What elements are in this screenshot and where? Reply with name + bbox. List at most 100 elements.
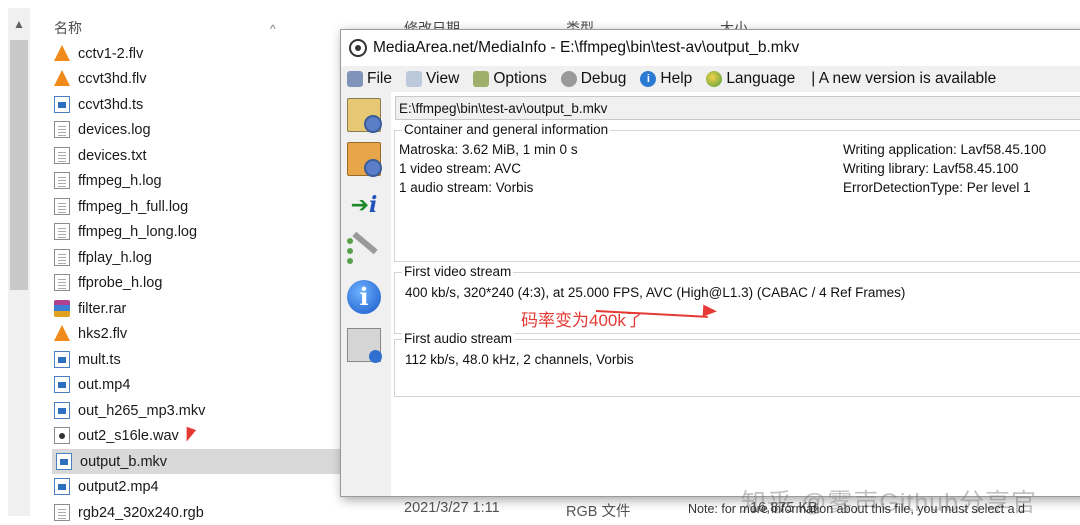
- column-name-label: 名称: [54, 20, 82, 36]
- text-file-icon: [54, 121, 70, 138]
- video-stream-info: 400 kb/s, 320*240 (4:3), at 25.000 FPS, …: [405, 285, 906, 300]
- video-stream-heading: First video stream: [402, 264, 514, 279]
- menu-file[interactable]: File: [347, 70, 392, 88]
- general-info-heading: Container and general information: [402, 122, 611, 137]
- file-row[interactable]: devices.txt: [50, 143, 342, 168]
- file-row[interactable]: out2_s16le.wav: [50, 423, 342, 448]
- menu-view[interactable]: View: [405, 70, 460, 88]
- file-row[interactable]: hks2.flv: [50, 321, 342, 346]
- export-icon[interactable]: ➔i: [347, 188, 381, 222]
- file-row[interactable]: mult.ts: [50, 347, 342, 372]
- file-row[interactable]: ffmpeg_h_long.log: [50, 219, 342, 244]
- general-info-group: Container and general information Matros…: [394, 122, 1080, 262]
- file-row[interactable]: rgb24_320x240.rgb: [50, 500, 342, 525]
- media-file-icon: [54, 351, 70, 368]
- file-row[interactable]: ffplay_h.log: [50, 245, 342, 270]
- vertical-scrollbar[interactable]: ▲: [8, 8, 30, 516]
- media-file-icon: [54, 478, 70, 495]
- file-name: hks2.flv: [78, 325, 128, 342]
- window-title: MediaArea.net/MediaInfo - E:\ffmpeg\bin\…: [373, 39, 800, 56]
- file-name: devices.txt: [78, 147, 147, 164]
- general-info-line: Matroska: 3.62 MiB, 1 min 0 s: [399, 142, 578, 157]
- menu-view-label: View: [425, 70, 460, 87]
- general-info-line: 1 audio stream: Vorbis: [399, 180, 534, 195]
- knowledge-docs-icon[interactable]: [347, 328, 382, 363]
- text-file-icon: [54, 274, 70, 291]
- text-file-icon: [54, 249, 70, 266]
- file-name: filter.rar: [78, 300, 127, 317]
- window-titlebar[interactable]: MediaArea.net/MediaInfo - E:\ffmpeg\bin\…: [341, 30, 1080, 66]
- file-row[interactable]: ffmpeg_h.log: [50, 168, 342, 193]
- file-menu-icon: [347, 71, 363, 87]
- file-name: output2.mp4: [78, 478, 159, 495]
- text-file-icon: [54, 504, 70, 521]
- options-menu-icon: [473, 71, 490, 87]
- file-path-field[interactable]: E:\ffmpeg\bin\test-av\output_b.mkv: [395, 96, 1080, 120]
- menu-bar: File View Options Debug i Help Language |…: [341, 66, 1080, 92]
- file-name: out.mp4: [78, 376, 131, 393]
- file-name: out_h265_mp3.mkv: [78, 402, 206, 419]
- scroll-up-arrow-icon[interactable]: ▲: [8, 14, 30, 34]
- scroll-thumb[interactable]: [10, 40, 28, 290]
- mediainfo-window: MediaArea.net/MediaInfo - E:\ffmpeg\bin\…: [340, 29, 1080, 517]
- column-header-name[interactable]: 名称 ^: [54, 18, 334, 42]
- file-row[interactable]: output2.mp4: [50, 474, 342, 499]
- file-type: RGB 文件: [566, 504, 631, 520]
- about-info-icon[interactable]: i: [347, 280, 381, 314]
- annotation-arrow-head-icon: [702, 304, 718, 318]
- media-file-icon: [54, 376, 70, 393]
- language-globe-icon: [706, 71, 723, 87]
- menu-file-label: File: [367, 70, 392, 87]
- file-row[interactable]: ffprobe_h.log: [50, 270, 342, 295]
- file-row[interactable]: ccvt3hd.flv: [50, 66, 342, 91]
- text-file-icon: [54, 172, 70, 189]
- file-row[interactable]: ccvt3hd.ts: [50, 92, 342, 117]
- media-file-icon: [56, 453, 72, 470]
- media-file-icon: [54, 96, 70, 113]
- preferences-tools-icon[interactable]: [347, 234, 381, 268]
- file-row[interactable]: devices.log: [50, 117, 342, 142]
- file-row[interactable]: ffmpeg_h_full.log: [50, 194, 342, 219]
- audio-stream-info: 112 kb/s, 48.0 kHz, 2 channels, Vorbis: [405, 352, 634, 367]
- text-file-icon: [54, 147, 70, 164]
- menu-debug[interactable]: Debug: [560, 70, 627, 88]
- video-stream-group: First video stream 400 kb/s, 320*240 (4:…: [394, 264, 1080, 334]
- general-info-line: ErrorDetectionType: Per level 1: [843, 180, 1031, 195]
- sort-ascending-icon: ^: [270, 22, 276, 36]
- view-menu-icon: [405, 71, 422, 87]
- open-file-icon[interactable]: [347, 98, 382, 133]
- rar-archive-icon: [54, 300, 70, 317]
- file-row[interactable]: cctv1-2.flv: [50, 41, 342, 66]
- audio-stream-heading: First audio stream: [402, 331, 515, 346]
- text-file-icon: [54, 198, 70, 215]
- more-info-note: Note: for more information about this fi…: [688, 502, 1025, 516]
- menu-help-label: Help: [660, 70, 693, 87]
- menu-options[interactable]: Options: [473, 70, 547, 88]
- file-name: ccvt3hd.flv: [78, 70, 147, 87]
- open-folder-icon[interactable]: [347, 142, 382, 177]
- text-file-icon: [54, 223, 70, 240]
- media-file-icon: [54, 402, 70, 419]
- menu-language-label: Language: [726, 70, 796, 87]
- new-version-link[interactable]: | A new version is available: [811, 70, 996, 88]
- mediainfo-toolbar: ➔i i: [341, 92, 391, 496]
- menu-help[interactable]: i Help: [640, 70, 692, 88]
- file-name: ffplay_h.log: [78, 249, 152, 266]
- vlc-icon: [54, 324, 70, 341]
- file-row[interactable]: out_h265_mp3.mkv: [50, 398, 342, 423]
- bitrate-annotation: 码率变为400k了: [521, 311, 643, 330]
- file-name: rgb24_320x240.rgb: [78, 504, 204, 521]
- menu-debug-label: Debug: [580, 70, 627, 87]
- file-name: ffprobe_h.log: [78, 274, 163, 291]
- menu-options-label: Options: [493, 70, 547, 87]
- vlc-icon: [54, 69, 70, 86]
- file-row[interactable]: filter.rar: [50, 296, 342, 321]
- help-menu-icon: i: [640, 71, 657, 87]
- file-row[interactable]: out.mp4: [50, 372, 342, 397]
- file-modified-date: 2021/3/27 1:11: [404, 500, 500, 516]
- menu-language[interactable]: Language: [706, 70, 795, 88]
- file-name: ffmpeg_h.log: [78, 172, 162, 189]
- file-name: devices.log: [78, 121, 151, 138]
- general-info-line: 1 video stream: AVC: [399, 161, 522, 176]
- general-info-line: Writing library: Lavf58.45.100: [843, 161, 1019, 176]
